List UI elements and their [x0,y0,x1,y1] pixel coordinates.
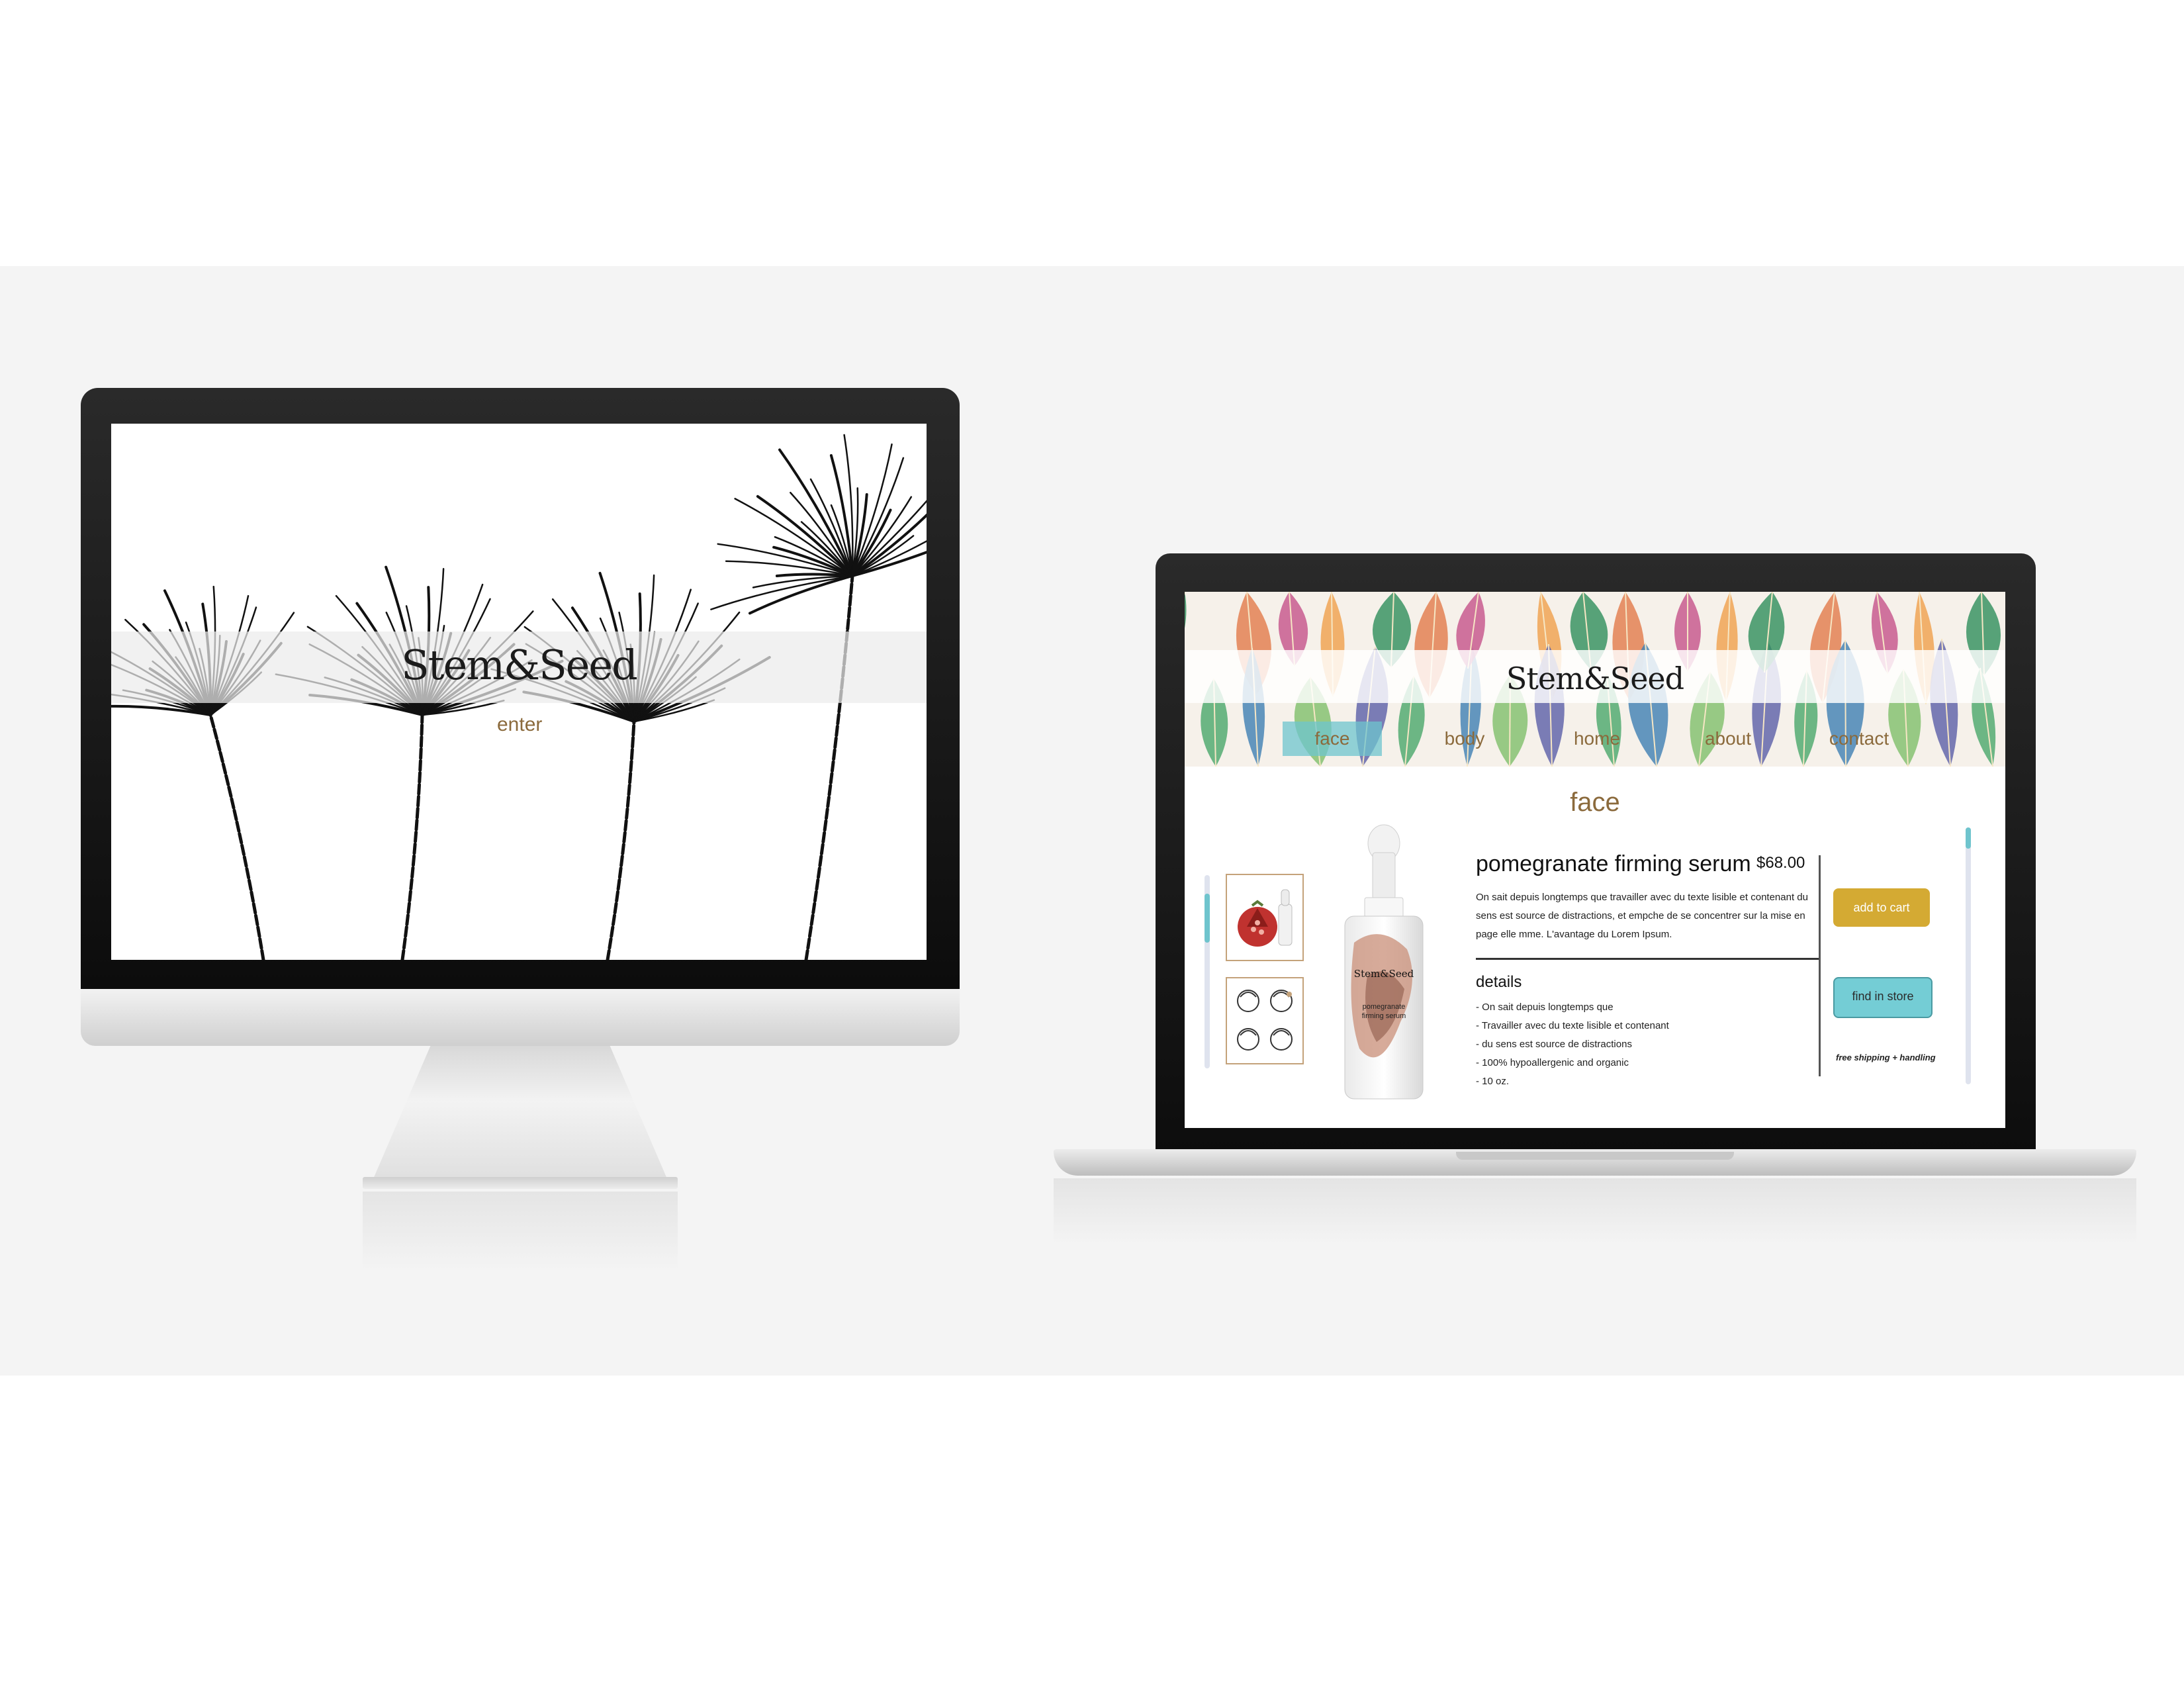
details-item: - du sens est source de distractions [1476,1039,1632,1050]
enter-link[interactable]: enter [497,714,542,736]
bottle-label-line2: firming serum [1362,1012,1406,1020]
details-item: - On sait depuis longtemps que [1476,1002,1614,1013]
thumbnail-scroll-handle[interactable] [1205,894,1210,943]
thumbnail-application-steps[interactable] [1226,977,1304,1064]
details-item: - 10 oz. [1476,1076,1510,1087]
product-price: $68.00 [1756,854,1805,872]
details-heading: details [1476,973,1522,991]
pomegranate-image [1238,889,1293,947]
page-scrollbar[interactable] [1966,827,1971,1084]
bottle-label-line1: pomegranate [1363,1003,1406,1011]
serum-bottle-image: Stem&Seed pomegranate firming serum [1344,824,1424,1100]
nav-about[interactable]: about [1678,722,1778,756]
page-scroll-handle[interactable] [1966,827,1971,849]
imac-chin [81,989,960,1046]
site-header: Stem&Seed face body home about contact [1185,592,2005,767]
imac-base [363,1177,678,1189]
imac-reflection [363,1192,678,1271]
add-to-cart-button[interactable]: add to cart [1833,888,1930,927]
nav-home[interactable]: home [1547,722,1647,756]
details-item: - Travailler avec du texte lisible et co… [1476,1020,1669,1031]
site-logo: Stem&Seed [401,641,638,689]
bottle-brand-label: Stem&Seed [1354,968,1414,980]
details-list: - On sait depuis longtemps que - Travail… [1476,998,1669,1091]
nav-face[interactable]: face [1283,722,1382,756]
face-steps-image [1237,990,1293,1051]
shipping-note: free shipping + handling [1836,1053,1936,1062]
nav-contact[interactable]: contact [1809,722,1909,756]
divider [1476,958,1820,960]
nav-body[interactable]: body [1415,722,1514,756]
imac-screen: Stem&Seed enter [111,424,927,960]
find-in-store-button[interactable]: find in store [1833,977,1933,1018]
product-description: On sait depuis longtemps que travailler … [1476,892,1808,940]
vertical-divider [1819,855,1821,1076]
site-logo: Stem&Seed [1506,661,1684,696]
page-title: face [1570,788,1620,817]
details-item: - 100% hypoallergenic and organic [1476,1057,1629,1068]
main-nav: face body home about contact [1185,722,2005,756]
product-name: pomegranate firming serum [1476,851,1751,876]
laptop-reflection [1054,1178,2136,1244]
laptop-screen: Stem&Seed face body home about contact f… [1185,592,2005,1128]
thumbnail-pomegranate[interactable] [1226,874,1304,961]
laptop-notch [1456,1152,1734,1160]
